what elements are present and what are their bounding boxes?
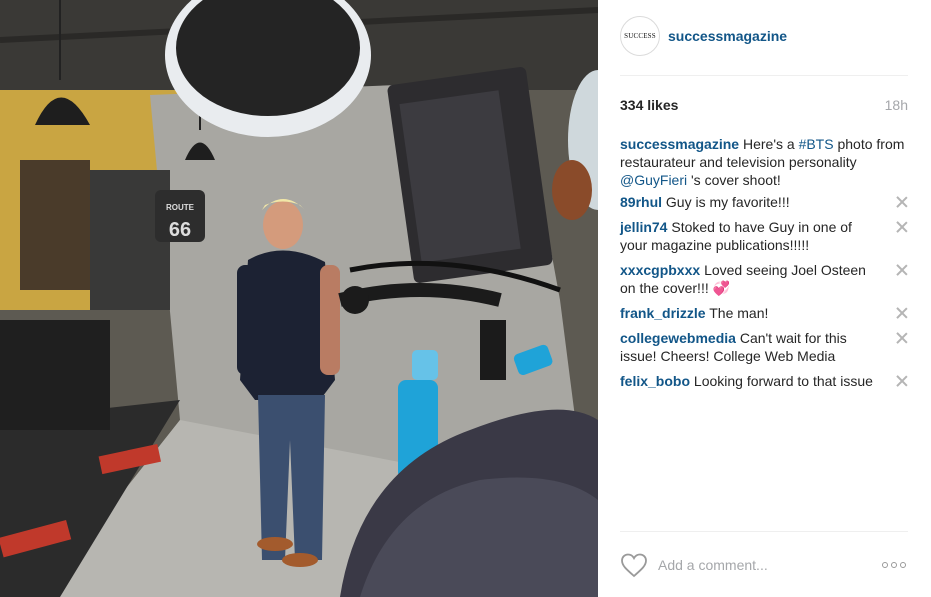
close-icon[interactable] xyxy=(894,219,910,235)
caption-text-1: Here's a xyxy=(742,136,795,152)
close-icon[interactable] xyxy=(894,262,910,278)
comment-item: collegewebmedia Can't wait for this issu… xyxy=(620,329,910,365)
author-username-link[interactable]: successmagazine xyxy=(668,28,787,44)
comment-item: frank_drizzle The man! xyxy=(620,304,910,322)
close-icon[interactable] xyxy=(894,373,910,389)
comment-item: 89rhul Guy is my favorite!!! xyxy=(620,193,910,211)
comment-text: Guy is my favorite!!! xyxy=(665,194,790,210)
ellipsis-icon[interactable] xyxy=(882,562,908,570)
heart-outline-icon[interactable] xyxy=(620,552,648,578)
comment-item: jellin74 Stoked to have Guy in one of yo… xyxy=(620,218,910,254)
photo-scene: ROUTE 66 xyxy=(0,0,598,597)
comment-username[interactable]: frank_drizzle xyxy=(620,305,706,321)
close-icon[interactable] xyxy=(894,305,910,321)
caption-text-3: 's cover shoot! xyxy=(691,172,781,188)
comment-username[interactable]: 89rhul xyxy=(620,194,662,210)
comment-username[interactable]: felix_bobo xyxy=(620,373,690,389)
svg-text:66: 66 xyxy=(169,219,191,241)
post-sidebar: SUCCESS successmagazine 334 likes 18h su… xyxy=(598,0,931,597)
comment-username[interactable]: jellin74 xyxy=(620,219,667,235)
comment-item: felix_bobo Looking forward to that issue xyxy=(620,372,910,390)
caption-hashtag[interactable]: #BTS xyxy=(799,136,834,152)
caption-username[interactable]: successmagazine xyxy=(620,136,739,152)
comment-username[interactable]: xxxcgpbxxx xyxy=(620,262,700,278)
post-header: SUCCESS successmagazine xyxy=(620,16,908,76)
post-photo[interactable]: ROUTE 66 xyxy=(0,0,598,597)
likes-count[interactable]: 334 likes xyxy=(620,97,678,113)
post-timestamp[interactable]: 18h xyxy=(885,97,908,113)
close-icon[interactable] xyxy=(894,194,910,210)
add-comment-input[interactable] xyxy=(658,554,868,576)
caption: successmagazine Here's a #BTS photo from… xyxy=(620,135,910,189)
avatar[interactable]: SUCCESS xyxy=(620,16,660,56)
post-stats: 334 likes 18h xyxy=(620,97,908,115)
avatar-logo-text: SUCCESS xyxy=(624,32,656,40)
comment-username[interactable]: collegewebmedia xyxy=(620,330,736,346)
comment-bar xyxy=(620,531,908,597)
comment-text: Looking forward to that issue xyxy=(693,373,873,389)
svg-text:ROUTE: ROUTE xyxy=(166,203,195,212)
comment-text: The man! xyxy=(709,305,769,321)
caption-mention[interactable]: @GuyFieri xyxy=(620,172,687,188)
close-icon[interactable] xyxy=(894,330,910,346)
comment-list: successmagazine Here's a #BTS photo from… xyxy=(620,135,910,397)
comment-item: xxxcgpbxxx Loved seeing Joel Osteen on t… xyxy=(620,261,910,297)
